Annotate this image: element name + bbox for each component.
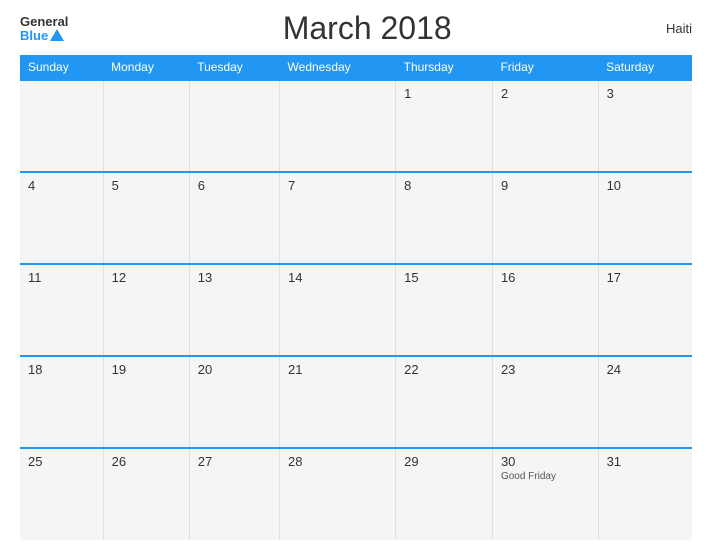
day-number: 3 xyxy=(607,86,684,101)
calendar-cell: 20 xyxy=(189,356,279,448)
day-number: 16 xyxy=(501,270,590,285)
calendar-cell: 24 xyxy=(598,356,692,448)
day-header-sunday: Sunday xyxy=(20,55,103,80)
day-number: 26 xyxy=(112,454,181,469)
day-number: 7 xyxy=(288,178,387,193)
day-number: 17 xyxy=(607,270,684,285)
calendar-cell: 4 xyxy=(20,172,103,264)
day-number: 6 xyxy=(198,178,271,193)
day-number: 23 xyxy=(501,362,590,377)
calendar-cell: 18 xyxy=(20,356,103,448)
day-header-saturday: Saturday xyxy=(598,55,692,80)
calendar-cell: 2 xyxy=(492,80,598,172)
day-number: 5 xyxy=(112,178,181,193)
calendar-cell: 5 xyxy=(103,172,189,264)
day-number: 14 xyxy=(288,270,387,285)
calendar-cell: 9 xyxy=(492,172,598,264)
logo-triangle-icon xyxy=(50,29,64,41)
country-label: Haiti xyxy=(666,21,692,36)
calendar-cell: 28 xyxy=(280,448,396,540)
calendar-cell: 29 xyxy=(396,448,493,540)
day-header-friday: Friday xyxy=(492,55,598,80)
day-number: 13 xyxy=(198,270,271,285)
calendar-cell: 30 Good Friday xyxy=(492,448,598,540)
day-number: 31 xyxy=(607,454,684,469)
calendar-cell: 27 xyxy=(189,448,279,540)
day-number: 30 xyxy=(501,454,590,469)
day-number: 25 xyxy=(28,454,95,469)
calendar-header: General Blue March 2018 Haiti xyxy=(20,10,692,47)
logo-general-text: General xyxy=(20,15,68,28)
calendar-cell xyxy=(103,80,189,172)
calendar-cell: 31 xyxy=(598,448,692,540)
calendar-cell: 7 xyxy=(280,172,396,264)
week-row-2: 4 5 6 7 8 9 10 xyxy=(20,172,692,264)
day-number: 24 xyxy=(607,362,684,377)
day-number: 20 xyxy=(198,362,271,377)
day-number: 11 xyxy=(28,270,95,285)
day-number: 27 xyxy=(198,454,271,469)
day-number: 29 xyxy=(404,454,484,469)
calendar-cell: 1 xyxy=(396,80,493,172)
day-number: 12 xyxy=(112,270,181,285)
day-number: 22 xyxy=(404,362,484,377)
calendar-table: SundayMondayTuesdayWednesdayThursdayFrid… xyxy=(20,55,692,540)
calendar-cell: 11 xyxy=(20,264,103,356)
calendar-cell: 8 xyxy=(396,172,493,264)
calendar-cell: 17 xyxy=(598,264,692,356)
event-label: Good Friday xyxy=(501,471,590,482)
calendar-cell: 21 xyxy=(280,356,396,448)
day-header-thursday: Thursday xyxy=(396,55,493,80)
day-number: 28 xyxy=(288,454,387,469)
logo-blue-text: Blue xyxy=(20,28,64,43)
day-header-tuesday: Tuesday xyxy=(189,55,279,80)
calendar-cell xyxy=(189,80,279,172)
logo: General Blue xyxy=(20,15,68,43)
calendar-cell xyxy=(20,80,103,172)
calendar-cell: 10 xyxy=(598,172,692,264)
day-number: 10 xyxy=(607,178,684,193)
calendar-cell xyxy=(280,80,396,172)
day-number: 19 xyxy=(112,362,181,377)
week-row-5: 25 26 27 28 29 30 Good Friday 31 xyxy=(20,448,692,540)
week-row-4: 18 19 20 21 22 23 24 xyxy=(20,356,692,448)
day-header-wednesday: Wednesday xyxy=(280,55,396,80)
day-number: 18 xyxy=(28,362,95,377)
day-number: 4 xyxy=(28,178,95,193)
calendar-cell: 23 xyxy=(492,356,598,448)
days-header-row: SundayMondayTuesdayWednesdayThursdayFrid… xyxy=(20,55,692,80)
calendar-cell: 6 xyxy=(189,172,279,264)
day-header-monday: Monday xyxy=(103,55,189,80)
day-number: 15 xyxy=(404,270,484,285)
day-number: 2 xyxy=(501,86,590,101)
calendar-cell: 13 xyxy=(189,264,279,356)
calendar-cell: 22 xyxy=(396,356,493,448)
calendar-cell: 15 xyxy=(396,264,493,356)
calendar-cell: 25 xyxy=(20,448,103,540)
calendar-cell: 19 xyxy=(103,356,189,448)
calendar-title: March 2018 xyxy=(283,10,452,47)
week-row-1: 1 2 3 xyxy=(20,80,692,172)
day-number: 21 xyxy=(288,362,387,377)
day-number: 8 xyxy=(404,178,484,193)
calendar-cell: 26 xyxy=(103,448,189,540)
calendar-cell: 3 xyxy=(598,80,692,172)
calendar-cell: 16 xyxy=(492,264,598,356)
day-number: 1 xyxy=(404,86,484,101)
day-number: 9 xyxy=(501,178,590,193)
week-row-3: 11 12 13 14 15 16 17 xyxy=(20,264,692,356)
calendar-cell: 14 xyxy=(280,264,396,356)
calendar-cell: 12 xyxy=(103,264,189,356)
